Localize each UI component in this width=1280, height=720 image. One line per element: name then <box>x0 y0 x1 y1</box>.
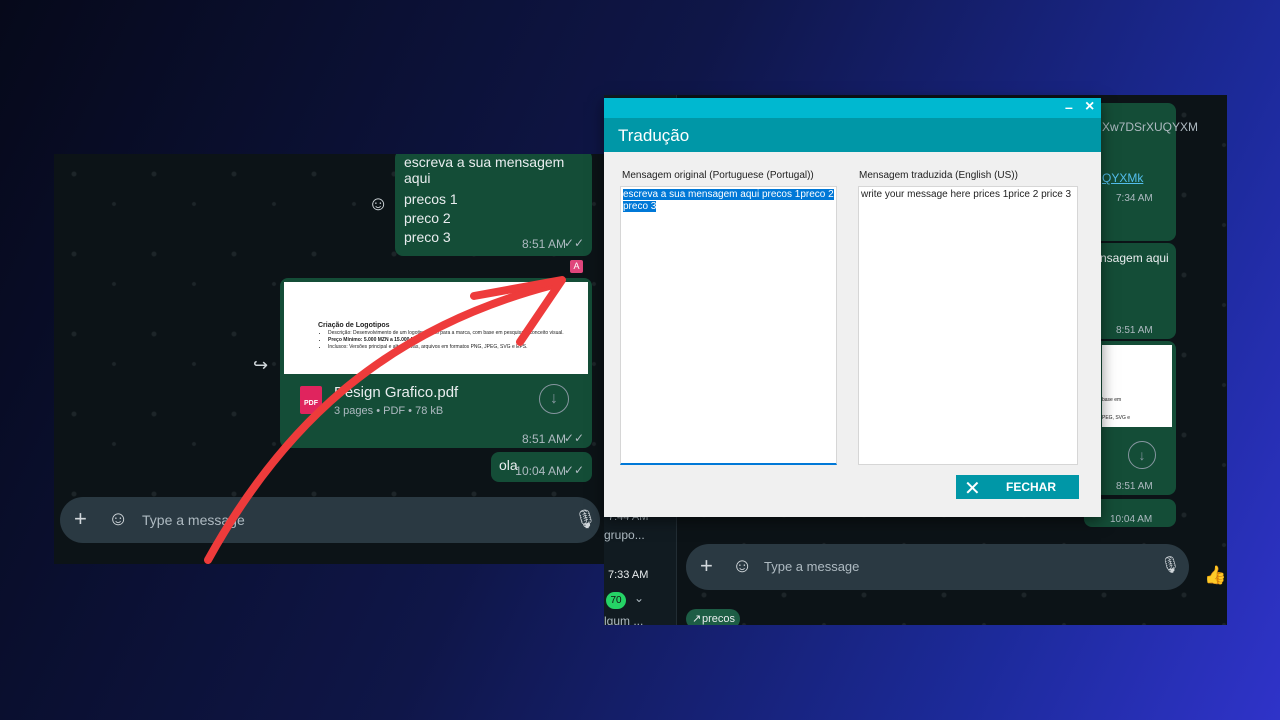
emoji-icon[interactable]: ☺ <box>368 194 388 214</box>
file-time: 8:51 AM <box>521 432 566 446</box>
message-time: 10:04 AM <box>515 464 566 478</box>
link-icon: ↗ <box>692 613 702 625</box>
message-bubble[interactable]: Xw7DSrXUQYXM QYXMk 7:34 AM <box>1094 103 1198 241</box>
message-composer[interactable]: + ☺ Type a message 🎙 <box>60 497 600 543</box>
chip-button[interactable]: ↗ precos <box>686 609 740 625</box>
forward-icon[interactable]: ↪ <box>253 355 268 375</box>
translated-textarea[interactable]: write your message here prices 1price 2 … <box>858 186 1078 465</box>
dialog-title: Tradução <box>618 126 690 145</box>
preview-text: PEG, SVG e <box>1102 415 1131 421</box>
message-bubble[interactable]: ola 10:04 AM ✓✓ <box>491 452 592 482</box>
microphone-icon[interactable]: 🎙 <box>1160 556 1180 576</box>
pdf-file-icon: PDF <box>300 386 322 414</box>
message-bubble[interactable]: nsagem aqui 8:51 AM <box>1094 243 1176 339</box>
read-receipt-icon: ✓✓ <box>563 463 584 477</box>
sticker-icon[interactable]: ☺ <box>108 509 128 529</box>
message-text: Xw7DSrXUQYXM <box>1102 120 1199 134</box>
dialog-header: Tradução <box>604 118 1101 152</box>
chip-label: precos <box>702 613 736 625</box>
microphone-icon[interactable]: 🎙 <box>574 509 597 529</box>
message-input[interactable]: Type a message <box>764 559 859 574</box>
translated-label: Mensagem traduzida (English (US)) <box>859 170 1018 181</box>
minimize-button[interactable]: – <box>1065 99 1073 115</box>
message-input[interactable]: Type a message <box>142 512 245 528</box>
message-composer[interactable]: + ☺ Type a message 🎙 <box>686 544 1189 590</box>
chevron-down-icon[interactable]: ⌄ <box>634 591 644 605</box>
message-link[interactable]: QYXMk <box>1102 171 1143 185</box>
message-line: escreva a sua mensagem aqui <box>404 154 565 186</box>
preview-heading: Criação de Logotipos <box>318 322 390 329</box>
preview-bullet: Descrição: Desenvolvimento de um logotip… <box>328 330 568 337</box>
chat-preview[interactable]: grupo... <box>604 528 645 542</box>
message-time: 8:51 AM <box>521 237 566 251</box>
message-time: 8:51 AM <box>1116 325 1153 336</box>
left-chat-panel: ☺ escreva a sua mensagem aqui precos 1 p… <box>54 154 604 564</box>
read-receipt-icon: ✓✓ <box>563 431 584 445</box>
preview-text: base em <box>1102 397 1122 403</box>
like-icon[interactable]: 👍 <box>1204 565 1226 585</box>
sticker-icon[interactable]: ☺ <box>732 556 752 576</box>
document-preview[interactable]: Criação de Logotipos Descrição: Desenvol… <box>284 282 588 374</box>
message-bubble[interactable]: escreva a sua mensagem aqui precos 1 pre… <box>395 154 592 256</box>
file-name: Design Grafico.pdf <box>334 384 459 401</box>
close-window-button[interactable]: × <box>1085 98 1094 116</box>
file-message-bubble[interactable]: base em PEG, SVG e ↓ 8:51 AM <box>1094 341 1176 495</box>
original-label: Mensagem original (Portuguese (Portugal)… <box>622 170 814 181</box>
plus-icon[interactable]: + <box>700 555 713 577</box>
preview-bullets: Descrição: Desenvolvimento de um logotip… <box>318 330 568 351</box>
message-time: 10:04 AM <box>1110 514 1153 525</box>
download-icon[interactable]: ↓ <box>539 384 569 414</box>
chat-time: 7:33 AM <box>608 569 649 581</box>
message-line: preco 3 <box>404 229 451 245</box>
translate-badge[interactable]: A <box>570 260 583 273</box>
chat-preview[interactable]: lgum ... <box>604 614 643 625</box>
message-time: 8:51 AM <box>1116 481 1153 492</box>
file-meta: 3 pages • PDF • 78 kB <box>334 405 444 417</box>
download-icon[interactable]: ↓ <box>1128 441 1156 469</box>
original-textarea[interactable]: escreva a sua mensagem aqui precos 1prec… <box>620 186 837 465</box>
preview-bullet: Inclusos: Versões principal e alternativ… <box>328 344 568 351</box>
read-receipt-icon: ✓✓ <box>563 236 584 250</box>
file-message-bubble[interactable]: Criação de Logotipos Descrição: Desenvol… <box>280 278 592 448</box>
message-line: precos 1 <box>404 191 458 207</box>
message-line: preco 2 <box>404 210 451 226</box>
preview-bullet: Preço Mínimo: 5.000 MZN a 15.000 MZN <box>328 337 568 344</box>
fechar-label: FECHAR <box>1006 480 1056 494</box>
translation-dialog: – × Tradução Mensagem original (Portugue… <box>604 98 1101 517</box>
message-text: nsagem aqui <box>1100 251 1169 265</box>
window-titlebar[interactable]: – × <box>604 98 1101 118</box>
plus-icon[interactable]: + <box>74 508 87 530</box>
unread-badge: 70 <box>606 592 626 609</box>
message-time: 7:34 AM <box>1116 193 1153 204</box>
original-text: escreva a sua mensagem aqui precos 1prec… <box>623 189 834 212</box>
close-icon: ✕ <box>964 478 981 500</box>
translated-text: write your message here prices 1price 2 … <box>861 189 1072 200</box>
fechar-button[interactable]: ✕ FECHAR <box>956 475 1079 500</box>
document-preview[interactable]: base em PEG, SVG e <box>1102 345 1172 427</box>
